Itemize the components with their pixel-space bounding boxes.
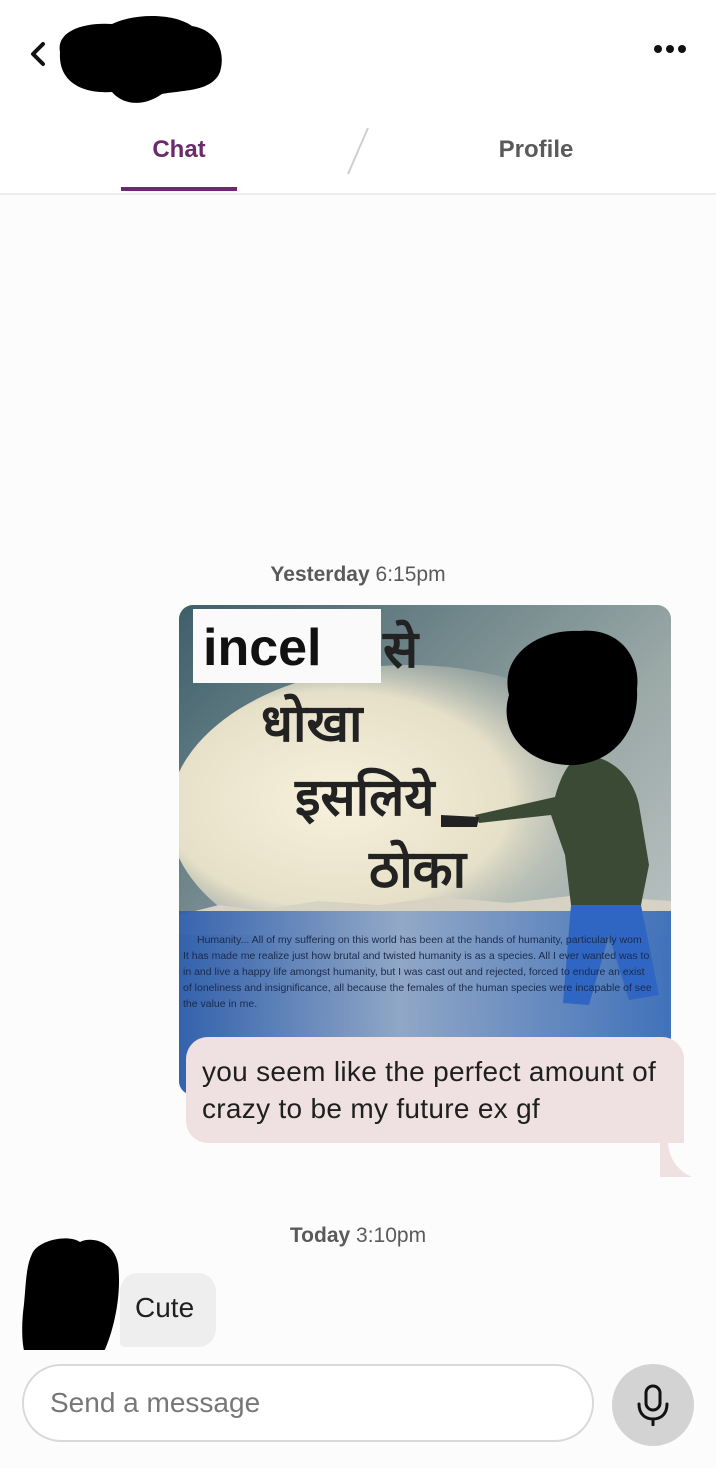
timestamp-time: 6:15pm bbox=[375, 563, 446, 586]
redacted-contact-name bbox=[59, 16, 222, 103]
timestamp-time: 3:10pm bbox=[356, 1224, 427, 1247]
tab-bar: Chat Profile bbox=[0, 110, 716, 195]
meme-caption-line: Humanity... All of my suffering on this … bbox=[197, 934, 642, 946]
tab-chat[interactable]: Chat bbox=[120, 136, 238, 164]
meme-title-text: incel bbox=[203, 619, 322, 677]
more-horizontal-icon bbox=[654, 45, 686, 53]
bubble-tail bbox=[660, 1140, 692, 1177]
tab-divider bbox=[347, 127, 369, 175]
message-input[interactable] bbox=[22, 1364, 594, 1442]
tab-profile[interactable]: Profile bbox=[476, 136, 596, 164]
voice-message-button[interactable] bbox=[612, 1364, 694, 1446]
meme-hindi-line: से bbox=[382, 619, 420, 680]
back-button[interactable] bbox=[22, 34, 54, 74]
timestamp-divider: Yesterday 6:15pm bbox=[0, 563, 716, 587]
meme-caption-line: in and live a happy life amongst humanit… bbox=[183, 966, 645, 978]
meme-hindi-line: ठोका bbox=[368, 839, 469, 900]
timestamp-day: Yesterday bbox=[270, 563, 370, 586]
meme-caption-line: the value in me. bbox=[183, 998, 257, 1010]
meme-caption-line: It has made me realize just how brutal a… bbox=[183, 950, 649, 962]
sent-image-message[interactable]: incel से धोखा इसलिये ठोका Humanity... Al… bbox=[179, 605, 671, 1095]
meme-image: incel से धोखा इसलिये ठोका Humanity... Al… bbox=[179, 605, 671, 1095]
chevron-left-icon bbox=[31, 42, 45, 66]
meme-caption-line: of loneliness and insignificance, all be… bbox=[183, 982, 652, 994]
chat-header bbox=[0, 0, 716, 110]
meme-hindi-line: धोखा bbox=[261, 693, 365, 754]
more-options-button[interactable] bbox=[648, 34, 692, 64]
received-message-text: Cute bbox=[135, 1292, 195, 1323]
meme-hindi-line: इसलिये bbox=[294, 767, 436, 828]
timestamp-day: Today bbox=[289, 1224, 351, 1247]
active-tab-indicator bbox=[121, 187, 237, 191]
microphone-icon bbox=[637, 1384, 669, 1426]
sent-message-bubble[interactable]: you seem like the perfect amount of craz… bbox=[186, 1037, 684, 1143]
